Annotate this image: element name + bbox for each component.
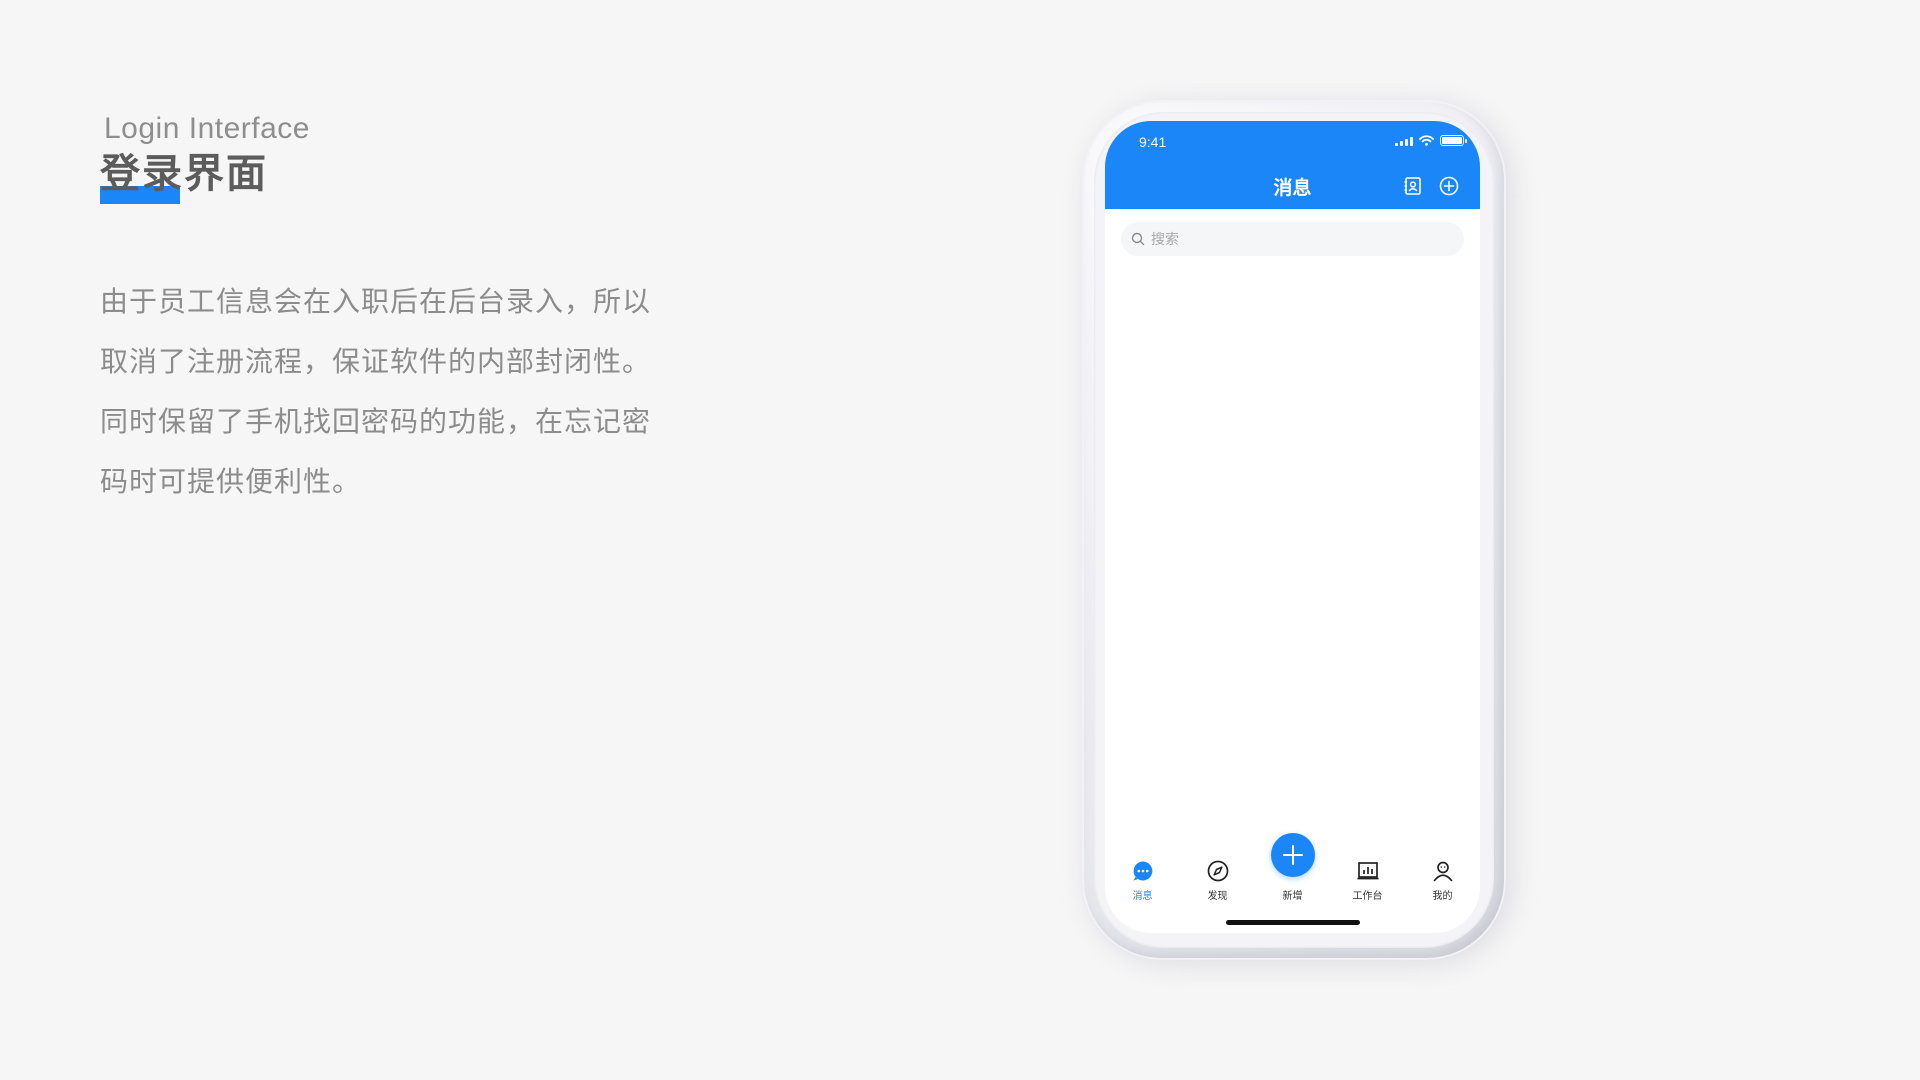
status-icons [1395,135,1467,146]
tab-add[interactable]: 新增 [1255,833,1330,913]
search-placeholder: 搜索 [1151,232,1179,248]
status-time: 9:41 [1139,134,1167,150]
description-line: 码时可提供便利性。 [100,465,362,498]
subtitle-english: Login Interface [104,112,310,145]
plus-icon [1283,845,1303,865]
app-header: 9:41 消息 [1105,121,1480,209]
description-paragraph: 由于员工信息会在入职后在后台录入，所以 取消了注册流程，保证软件的内部封闭性。 … [100,272,700,512]
search-icon [1131,232,1145,246]
add-button[interactable] [1271,833,1315,877]
tab-workbench[interactable]: 工作台 [1330,843,1405,913]
compass-icon [1207,860,1229,882]
contacts-card-icon[interactable] [1402,175,1424,197]
add-circle-icon[interactable] [1438,175,1460,197]
tab-label: 消息 [1132,891,1153,902]
tab-discover[interactable]: 发现 [1180,843,1255,913]
tab-label: 发现 [1207,891,1228,902]
title-block: 登录界面 [100,150,268,206]
description-line: 取消了注册流程，保证软件的内部封闭性。 [100,345,652,378]
search-input[interactable]: 搜索 [1121,222,1464,256]
tab-label: 工作台 [1352,891,1383,902]
tab-profile[interactable]: 我的 [1405,843,1480,913]
description-line: 由于员工信息会在入职后在后台录入，所以 [100,285,652,318]
home-indicator [1226,920,1360,925]
page-title: 登录界面 [100,151,268,197]
phone-screen: 9:41 消息 搜索 消息 发现 新增 工作台 我的 [1105,121,1480,933]
cellular-signal-icon [1395,136,1413,146]
chart-board-icon [1357,862,1379,880]
slide-page: Login Interface 登录界面 由于员工信息会在入职后在后台录入，所以… [0,0,1920,1080]
description-line: 同时保留了手机找回密码的功能，在忘记密 [100,405,652,438]
user-icon [1433,861,1453,882]
tab-label: 我的 [1432,891,1453,902]
tab-label: 新增 [1282,891,1303,902]
tab-messages[interactable]: 消息 [1105,843,1180,913]
battery-icon [1440,135,1467,146]
wifi-icon [1419,135,1434,146]
chat-bubble-icon [1133,861,1153,881]
